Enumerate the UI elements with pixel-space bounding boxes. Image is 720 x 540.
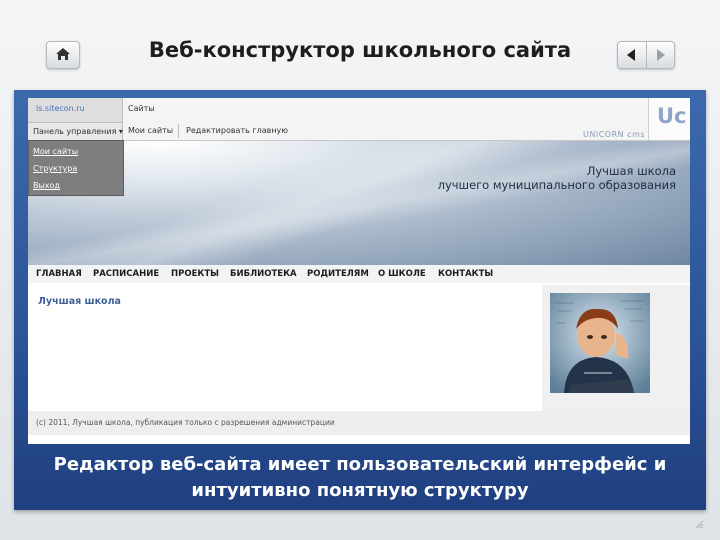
menu-item-library[interactable]: БИБЛИОТЕКА [230, 269, 297, 279]
school-title-line1: Лучшая школа [586, 164, 676, 178]
menu-item-home[interactable]: ГЛАВНАЯ [36, 269, 82, 279]
slide-title: Веб-конструктор школьного сайта [148, 38, 572, 62]
dropdown-item-structure[interactable]: Структура [33, 164, 77, 173]
site-domain-box: ls.sitecon.ru [28, 98, 123, 122]
menu-item-about[interactable]: О ШКОЛЕ [378, 269, 426, 279]
menu-item-projects[interactable]: ПРОЕКТЫ [171, 269, 219, 279]
edit-main-link[interactable]: Редактировать главную [186, 126, 288, 135]
cms-screenshot: ls.sitecon.ru Панель управления ▾ Сайты … [28, 98, 690, 444]
resize-grip-icon [694, 514, 704, 529]
prev-slide-button[interactable] [618, 42, 647, 68]
content-title: Лучшая школа [38, 296, 121, 307]
control-panel-button[interactable]: Панель управления ▾ [28, 122, 123, 141]
menu-item-schedule[interactable]: РАСПИСАНИЕ [93, 269, 159, 279]
slide-caption: Редактор веб-сайта имеет пользовательски… [14, 452, 706, 504]
caption-line-2: интуитивно понятную структуру [191, 480, 529, 501]
my-sites-link[interactable]: Мои сайты [128, 126, 173, 135]
admin-bar: ls.sitecon.ru Панель управления ▾ Сайты … [28, 98, 690, 141]
site-nav-menu: ГЛАВНАЯ РАСПИСАНИЕ ПРОЕКТЫ БИБЛИОТЕКА РО… [28, 265, 690, 283]
site-domain-link[interactable]: ls.sitecon.ru [36, 104, 85, 113]
slide-title-bar: Веб-конструктор школьного сайта [0, 0, 720, 96]
slide-navigation [617, 41, 675, 69]
control-panel-dropdown: Мои сайты Структура Выход [28, 140, 124, 196]
caption-line-1: Редактор веб-сайта имеет пользовательски… [53, 454, 667, 475]
dropdown-item-my-sites[interactable]: Мои сайты [33, 147, 78, 156]
logo-text: Uc [657, 104, 687, 128]
menu-item-parents[interactable]: РОДИТЕЛЯМ [307, 269, 369, 279]
header-light-rays [28, 141, 690, 265]
control-panel-label: Панель управления ▾ [33, 127, 123, 136]
footer-text: (c) 2011, Лучшая школа, публикация тольк… [36, 418, 335, 427]
menu-item-contacts[interactable]: КОНТАКТЫ [438, 269, 493, 279]
divider [178, 124, 179, 138]
cms-name: UNICORN cms [583, 130, 646, 139]
student-photo [550, 293, 650, 393]
unicorn-logo: Uc [648, 98, 690, 140]
next-slide-button[interactable] [646, 42, 674, 68]
school-title-line2: лучшего муниципального образования [437, 178, 676, 192]
school-title: Лучшая школа лучшего муниципального обра… [438, 164, 676, 192]
sites-heading: Сайты [128, 104, 155, 113]
dropdown-item-logout[interactable]: Выход [33, 181, 60, 190]
